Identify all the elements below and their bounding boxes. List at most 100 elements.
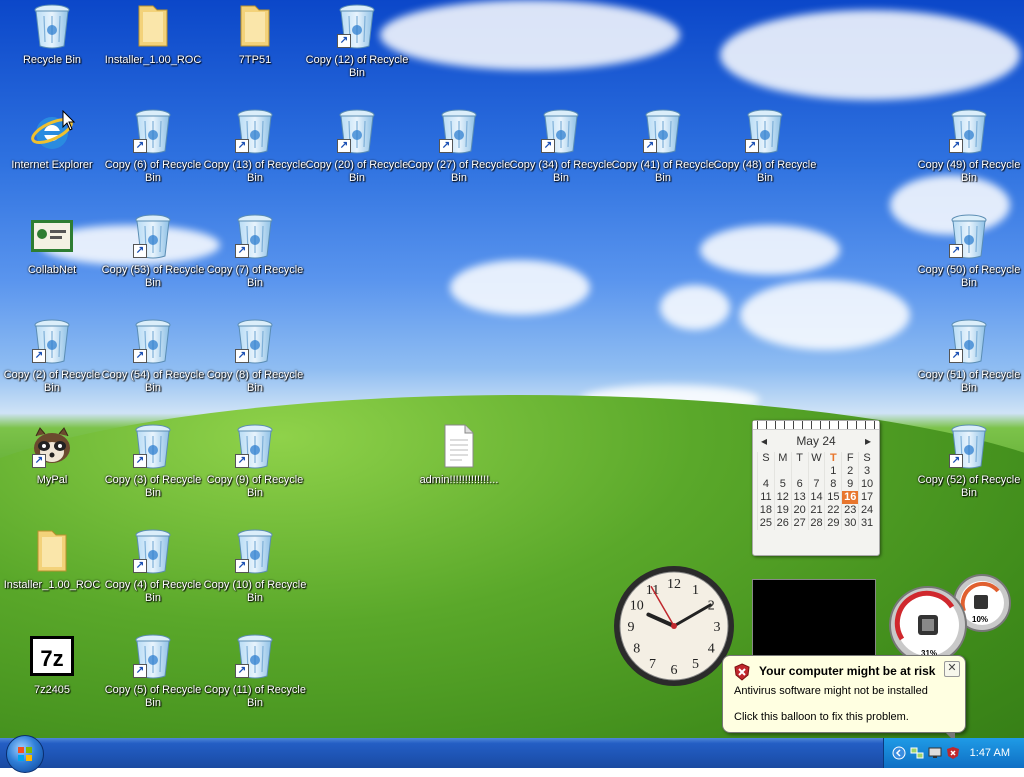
cpu-meter-gadget[interactable]: 10% 31% xyxy=(888,573,1014,664)
clock-gadget[interactable]: 121234567891011 xyxy=(612,564,736,688)
desktop-icon-label: MyPal xyxy=(36,474,68,486)
recycle-bin-icon: ↗ xyxy=(131,107,175,155)
calendar-day[interactable]: 28 xyxy=(807,517,825,530)
ram-percent-label: 10% xyxy=(972,615,989,624)
calendar-day[interactable]: 17 xyxy=(858,491,875,504)
network-icon[interactable] xyxy=(910,746,924,760)
calendar-day[interactable]: 4 xyxy=(757,478,774,491)
calendar-next-button[interactable]: ▸ xyxy=(865,434,871,448)
calendar-day[interactable]: 26 xyxy=(773,517,791,530)
desktop-icon-copy-8[interactable]: ↗ Copy (8) of Recycle Bin xyxy=(203,317,307,395)
desktop-icon-copy-3[interactable]: ↗ Copy (3) of Recycle Bin xyxy=(101,422,205,500)
calendar-day[interactable]: 18 xyxy=(757,504,774,517)
shortcut-arrow-icon: ↗ xyxy=(133,139,147,153)
calendar-day[interactable]: 31 xyxy=(858,517,875,530)
desktop-icon-installer-folder-2[interactable]: Installer_1.00_ROC xyxy=(0,527,104,592)
calendar-day[interactable]: 6 xyxy=(790,478,808,491)
desktop-icon-label: CollabNet xyxy=(27,264,77,276)
desktop-icon-copy-27[interactable]: ↗ Copy (27) of Recycle Bin xyxy=(407,107,511,185)
desktop-icon-copy-48[interactable]: ↗ Copy (48) of Recycle Bin xyxy=(713,107,817,185)
calendar-day[interactable]: 10 xyxy=(858,478,875,491)
calendar-day[interactable]: 30 xyxy=(841,517,858,530)
calendar-day[interactable]: 9 xyxy=(841,478,858,491)
recycle-bin-icon: ↗ xyxy=(947,422,991,470)
calendar-day[interactable]: 24 xyxy=(858,504,875,517)
security-alert-icon[interactable] xyxy=(946,746,960,760)
tray-expand-icon[interactable] xyxy=(892,746,906,760)
desktop-icon-admin-file[interactable]: admin!!!!!!!!!!!!!... xyxy=(407,422,511,487)
recycle-bin-icon: ↗ xyxy=(233,212,277,260)
shortcut-arrow-icon: ↗ xyxy=(235,139,249,153)
shortcut-arrow-icon: ↗ xyxy=(643,139,657,153)
desktop-icon-copy-52[interactable]: ↗ Copy (52) of Recycle Bin xyxy=(917,422,1021,500)
shortcut-arrow-icon: ↗ xyxy=(949,454,963,468)
desktop-icon-7z2405[interactable]: 7z 7z2405 xyxy=(0,632,104,697)
desktop-icon-copy-2[interactable]: ↗ Copy (2) of Recycle Bin xyxy=(0,317,104,395)
calendar-day[interactable]: 13 xyxy=(790,491,808,504)
calendar-day[interactable]: 16 xyxy=(841,491,859,504)
desktop-icon-copy-13[interactable]: ↗ Copy (13) of Recycle Bin xyxy=(203,107,307,185)
calendar-day[interactable]: 19 xyxy=(773,504,791,517)
mypal-icon: ↗ xyxy=(30,422,74,470)
desktop-icon-copy-34[interactable]: ↗ Copy (34) of Recycle Bin xyxy=(509,107,613,185)
calendar-day[interactable]: 25 xyxy=(757,517,774,530)
balloon-close-button[interactable]: ✕ xyxy=(944,661,960,677)
desktop-icon-collabnet[interactable]: CollabNet xyxy=(0,212,104,277)
calendar-day[interactable]: 12 xyxy=(773,491,791,504)
desktop-icon-7tp51[interactable]: 7TP51 xyxy=(203,2,307,67)
balloon-title: Your computer might be at risk xyxy=(759,664,936,678)
calendar-day[interactable]: 21 xyxy=(807,504,825,517)
desktop-icon-copy-12[interactable]: ↗ Copy (12) of Recycle Bin xyxy=(305,2,409,80)
desktop-icon-internet-explorer[interactable]: Internet Explorer xyxy=(0,107,104,172)
desktop-icon-copy-9[interactable]: ↗ Copy (9) of Recycle Bin xyxy=(203,422,307,500)
desktop-icon-copy-51[interactable]: ↗ Copy (51) of Recycle Bin xyxy=(917,317,1021,395)
shortcut-arrow-icon: ↗ xyxy=(235,454,249,468)
calendar-day[interactable]: 8 xyxy=(824,478,841,491)
balloon-action-text[interactable]: Click this balloon to fix this problem. xyxy=(734,711,909,723)
balloon-message: Antivirus software might not be installe… xyxy=(734,685,928,697)
desktop-icon-mypal[interactable]: ↗ MyPal xyxy=(0,422,104,487)
desktop-icon-copy-11[interactable]: ↗ Copy (11) of Recycle Bin xyxy=(203,632,307,710)
shortcut-arrow-icon: ↗ xyxy=(133,244,147,258)
calendar-day[interactable]: 20 xyxy=(790,504,808,517)
desktop[interactable]: Recycle Bin Installer_1.00_ROC 7TP51 ↗ Copy … xyxy=(0,0,1024,738)
desktop-icon-copy-7[interactable]: ↗ Copy (7) of Recycle Bin xyxy=(203,212,307,290)
recycle-bin-icon: ↗ xyxy=(30,317,74,365)
taskbar-clock[interactable]: 1:47 AM xyxy=(970,747,1010,759)
desktop-icon-copy-20[interactable]: ↗ Copy (20) of Recycle Bin xyxy=(305,107,409,185)
desktop-icon-copy-49[interactable]: ↗ Copy (49) of Recycle Bin xyxy=(917,107,1021,185)
calendar-day[interactable]: 3 xyxy=(858,465,875,478)
calendar-gadget[interactable]: ◂ May 24 ▸ S M T W T F S 1 2 3 4 5 6 7 8 9 10 11 12 13 14 15 1… xyxy=(752,420,880,556)
calendar-day[interactable]: 22 xyxy=(824,504,841,517)
start-button[interactable] xyxy=(6,735,44,773)
recycle-bin-icon: ↗ xyxy=(131,527,175,575)
security-balloon[interactable]: Your computer might be at risk Antivirus… xyxy=(722,655,966,738)
desktop-icon-copy-53[interactable]: ↗ Copy (53) of Recycle Bin xyxy=(101,212,205,290)
desktop-icon-copy-10[interactable]: ↗ Copy (10) of Recycle Bin xyxy=(203,527,307,605)
calendar-day[interactable]: 7 xyxy=(807,478,825,491)
calendar-day[interactable]: 23 xyxy=(841,504,858,517)
calendar-day[interactable]: 1 xyxy=(824,465,841,478)
desktop-icon-copy-50[interactable]: ↗ Copy (50) of Recycle Bin xyxy=(917,212,1021,290)
recycle-bin-icon: ↗ xyxy=(233,107,277,155)
desktop-icon-copy-54[interactable]: ↗ Copy (54) of Recycle Bin xyxy=(101,317,205,395)
desktop-icon-copy-5[interactable]: ↗ Copy (5) of Recycle Bin xyxy=(101,632,205,710)
desktop-icon-recycle-bin[interactable]: Recycle Bin xyxy=(0,2,104,67)
desktop-icon-installer-folder-1[interactable]: Installer_1.00_ROC xyxy=(101,2,205,67)
calendar-day[interactable]: 15 xyxy=(824,491,841,504)
calendar-day[interactable]: 11 xyxy=(757,491,774,504)
calendar-day[interactable]: 2 xyxy=(841,465,858,478)
desktop-icon-copy-6[interactable]: ↗ Copy (6) of Recycle Bin xyxy=(101,107,205,185)
folder-icon xyxy=(233,2,277,50)
calendar-day[interactable]: 27 xyxy=(790,517,808,530)
desktop-icon-copy-41[interactable]: ↗ Copy (41) of Recycle Bin xyxy=(611,107,715,185)
calendar-day[interactable]: 29 xyxy=(824,517,841,530)
calendar-day[interactable]: 5 xyxy=(773,478,791,491)
slideshow-gadget[interactable] xyxy=(752,579,876,665)
calendar-day[interactable]: 14 xyxy=(807,491,825,504)
clock-hour-label: 3 xyxy=(714,620,721,635)
desktop-icon-copy-4[interactable]: ↗ Copy (4) of Recycle Bin xyxy=(101,527,205,605)
calendar-prev-button[interactable]: ◂ xyxy=(761,434,767,448)
desktop-icon-label: Recycle Bin xyxy=(22,54,82,66)
monitor-icon[interactable] xyxy=(928,746,942,760)
